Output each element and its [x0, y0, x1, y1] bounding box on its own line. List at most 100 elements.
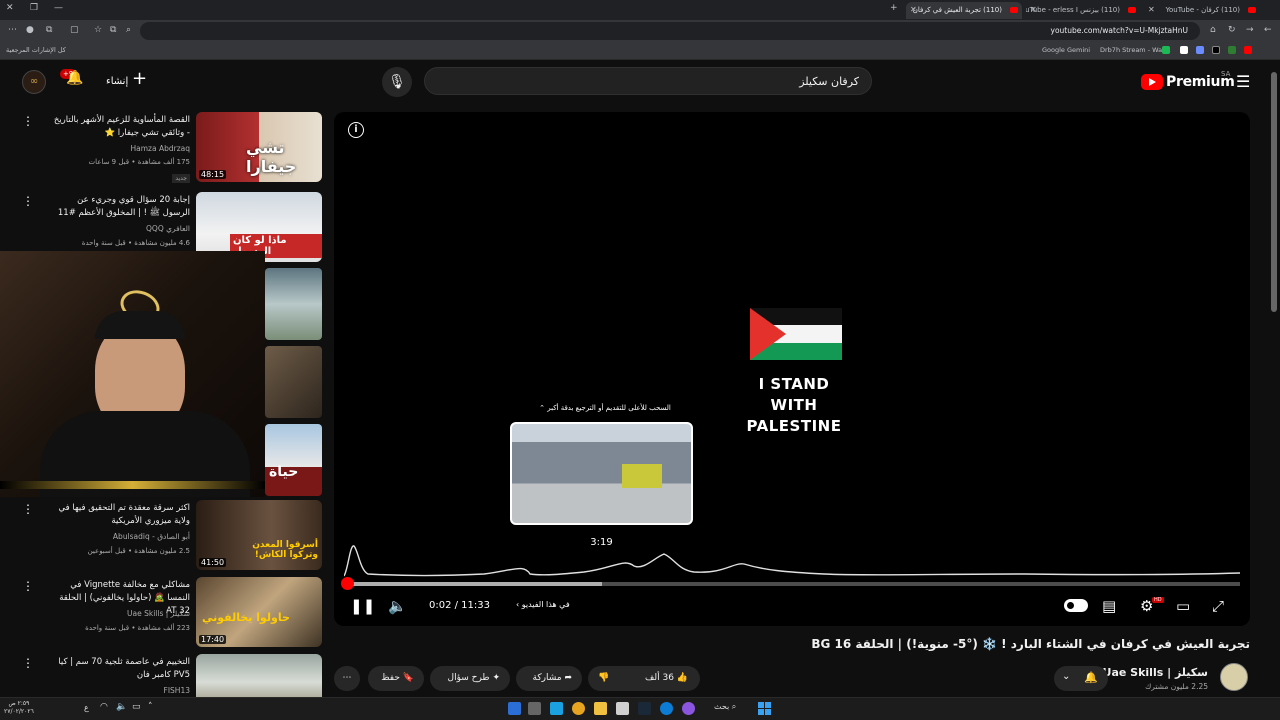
forward-icon[interactable]: → — [1246, 25, 1254, 35]
bookmark-site-icon[interactable] — [1228, 46, 1236, 54]
subscribed-button[interactable]: ⌄ 🔔 — [1054, 666, 1108, 691]
scrollbar-thumb[interactable] — [1271, 72, 1277, 312]
taskview-icon[interactable] — [528, 702, 541, 715]
recommendation-item[interactable]: ⋮ القصة المأساوية للزعيم الأشهر بالتاريخ… — [0, 112, 322, 184]
pause-icon[interactable]: ❚❚ — [350, 597, 375, 615]
taskbar-search[interactable]: بحث ⌕ — [714, 702, 736, 712]
tab-2[interactable]: ✕ (110) بيزنس YouTube - erless I — [1026, 2, 1140, 19]
new-tab-icon[interactable]: + — [890, 3, 898, 13]
telegram-icon[interactable] — [550, 702, 563, 715]
bookmark-site-icon[interactable] — [1180, 46, 1188, 54]
bookmark-kick-icon[interactable] — [1162, 46, 1170, 54]
rec-thumbnail[interactable] — [196, 654, 322, 697]
volume-icon[interactable]: 🔈 — [388, 597, 407, 615]
rec-channel[interactable]: سكيلز | Uae Skills — [127, 609, 190, 618]
plus-icon[interactable]: + — [132, 68, 147, 89]
sidebar-icon[interactable]: ▢ — [70, 25, 79, 35]
bookmark-star-icon[interactable]: ☆ — [94, 25, 102, 35]
volume-tray-icon[interactable]: 🔈 — [116, 702, 127, 712]
minimize-window-icon[interactable]: — — [54, 3, 63, 13]
close-window-icon[interactable]: ✕ — [6, 3, 14, 13]
clock[interactable]: ٢:٥٩ ص ٢٧/٠٢/٢٠٢٦ — [4, 700, 34, 716]
bookmark-drb7h[interactable]: Drb7h Stream - Wat... — [1100, 46, 1171, 54]
url-field[interactable]: youtube.com/watch?v=U-MkjztaHnU — [140, 22, 1200, 40]
rec-channel[interactable]: FISH13 — [164, 686, 190, 695]
strip-thumb[interactable] — [265, 346, 322, 418]
close-tab-icon[interactable]: ✕ — [910, 5, 917, 14]
voice-search-mic-icon[interactable]: 🎙 — [382, 67, 412, 97]
file-explorer-icon[interactable] — [594, 702, 607, 715]
language-indicator[interactable]: ع — [84, 703, 89, 712]
hamburger-menu-icon[interactable]: ☰ — [1236, 72, 1250, 91]
recommendation-item[interactable]: ⋮ اكثر سرقة معقدة تم التحقيق فيها في ولا… — [0, 500, 322, 572]
back-icon[interactable]: ← — [1264, 25, 1272, 35]
tab-current[interactable]: ✕ (110) تجربة العيش في كرفان — [906, 2, 1022, 19]
fullscreen-icon[interactable]: ⤢ — [1212, 597, 1224, 615]
rec-title[interactable]: القصة المأساوية للزعيم الأشهر بالتاريخ -… — [50, 114, 190, 140]
rec-title[interactable]: اكثر سرقة معقدة تم التحقيق فيها في ولاية… — [50, 502, 190, 528]
more-options-icon[interactable]: ⋮ — [22, 502, 34, 516]
dislike-icon[interactable]: 👎 — [598, 666, 609, 691]
battery-icon[interactable]: ▭ — [132, 702, 141, 712]
subtitles-icon[interactable]: ▤ — [1102, 597, 1116, 615]
all-bookmarks[interactable]: كل الإشارات المرجعية — [6, 46, 66, 54]
bookmark-gemini[interactable]: Google Gemini — [1042, 46, 1090, 54]
extensions-icon[interactable]: ⧉ — [46, 25, 52, 35]
like-button[interactable]: 👍 36 ألف — [645, 666, 688, 691]
recommendation-item[interactable]: ⋮ التخييم في عاصمة ثلجية 70 سم | كيا PV5… — [0, 654, 322, 697]
create-button[interactable]: إنشاء — [106, 70, 128, 94]
chapter-button[interactable]: في هذا الفيديو › — [516, 600, 570, 609]
restore-window-icon[interactable]: ❐ — [30, 3, 38, 13]
ask-button[interactable]: ✦ طرح سؤال — [430, 666, 510, 691]
bookmark-site-icon[interactable] — [1196, 46, 1204, 54]
chrome-icon[interactable] — [572, 702, 585, 715]
channel-name[interactable]: سكيلز | Uae Skills — [1103, 666, 1208, 679]
strip-thumb[interactable]: حياة — [265, 424, 322, 496]
home-icon[interactable]: ⌂ — [1210, 25, 1216, 35]
video-player[interactable]: i I STAND WITH PALESTINE السحب للأعلى لل… — [334, 112, 1250, 626]
wifi-icon[interactable]: ◠ — [100, 702, 108, 712]
steam-icon[interactable] — [638, 702, 651, 715]
rec-thumbnail[interactable]: تشي جيفارا 48:15 — [196, 112, 322, 182]
reload-icon[interactable]: ↻ — [1228, 25, 1236, 35]
rec-channel[interactable]: العافري QQQ — [146, 224, 190, 233]
copilot-icon[interactable] — [508, 702, 521, 715]
more-actions-icon[interactable]: ⋯ — [334, 666, 360, 691]
menu-icon[interactable]: ⋯ — [8, 25, 17, 35]
channel-avatar[interactable] — [1220, 663, 1248, 691]
rec-thumbnail[interactable]: أسرقوا المعدن وتركوا الكاش! 41:50 — [196, 500, 322, 570]
rec-thumbnail[interactable]: حاولوا يخالفوني 17:40 — [196, 577, 322, 647]
scrubber-handle[interactable] — [340, 577, 354, 590]
autoplay-toggle[interactable] — [1064, 599, 1088, 612]
more-options-icon[interactable]: ⋮ — [22, 114, 34, 128]
tray-expand-icon[interactable]: ˄ — [148, 702, 153, 712]
tab-1[interactable]: ✕ (110) كرفان - YouTube — [1144, 2, 1260, 19]
strip-thumb[interactable] — [265, 268, 322, 340]
bookmark-x-icon[interactable] — [1212, 46, 1220, 54]
rec-title[interactable]: إجابة 20 سؤال قوي وجريء عن الرسول ﷺ ! | … — [50, 194, 190, 220]
theater-mode-icon[interactable]: ▭ — [1176, 597, 1190, 615]
page-scrollbar[interactable] — [1268, 60, 1280, 697]
save-button[interactable]: 🔖 حفظ — [368, 666, 424, 691]
close-tab-icon[interactable]: ✕ — [1148, 5, 1155, 14]
edge-icon[interactable] — [660, 702, 673, 715]
rec-channel[interactable]: Hamza Abdrzaq — [131, 144, 191, 153]
close-tab-icon[interactable]: ✕ — [1030, 5, 1037, 14]
account-avatar[interactable]: ∞ — [22, 70, 46, 94]
profile-icon[interactable]: ● — [26, 25, 34, 35]
zoom-icon[interactable]: ⌕ — [126, 25, 131, 35]
windows-start-icon[interactable] — [758, 702, 771, 715]
app-icon[interactable] — [616, 702, 629, 715]
info-icon[interactable]: i — [348, 122, 364, 138]
notifications-bell-icon[interactable]: 🔔 — [66, 70, 83, 86]
rec-title[interactable]: التخييم في عاصمة ثلجية 70 سم | كيا PV5 ك… — [50, 656, 190, 682]
more-options-icon[interactable]: ⋮ — [22, 579, 34, 593]
obs-icon[interactable] — [682, 702, 695, 715]
more-options-icon[interactable]: ⋮ — [22, 656, 34, 670]
rec-channel[interactable]: أبو الصادق - Abulsadiq — [113, 532, 190, 541]
bookmark-youtube-icon[interactable] — [1244, 46, 1252, 54]
share-button[interactable]: ➦ مشاركة — [516, 666, 582, 691]
more-options-icon[interactable]: ⋮ — [22, 194, 34, 208]
search-input[interactable]: كرفان سكيلز — [424, 67, 872, 95]
share-icon[interactable]: ⧉ — [110, 25, 116, 35]
